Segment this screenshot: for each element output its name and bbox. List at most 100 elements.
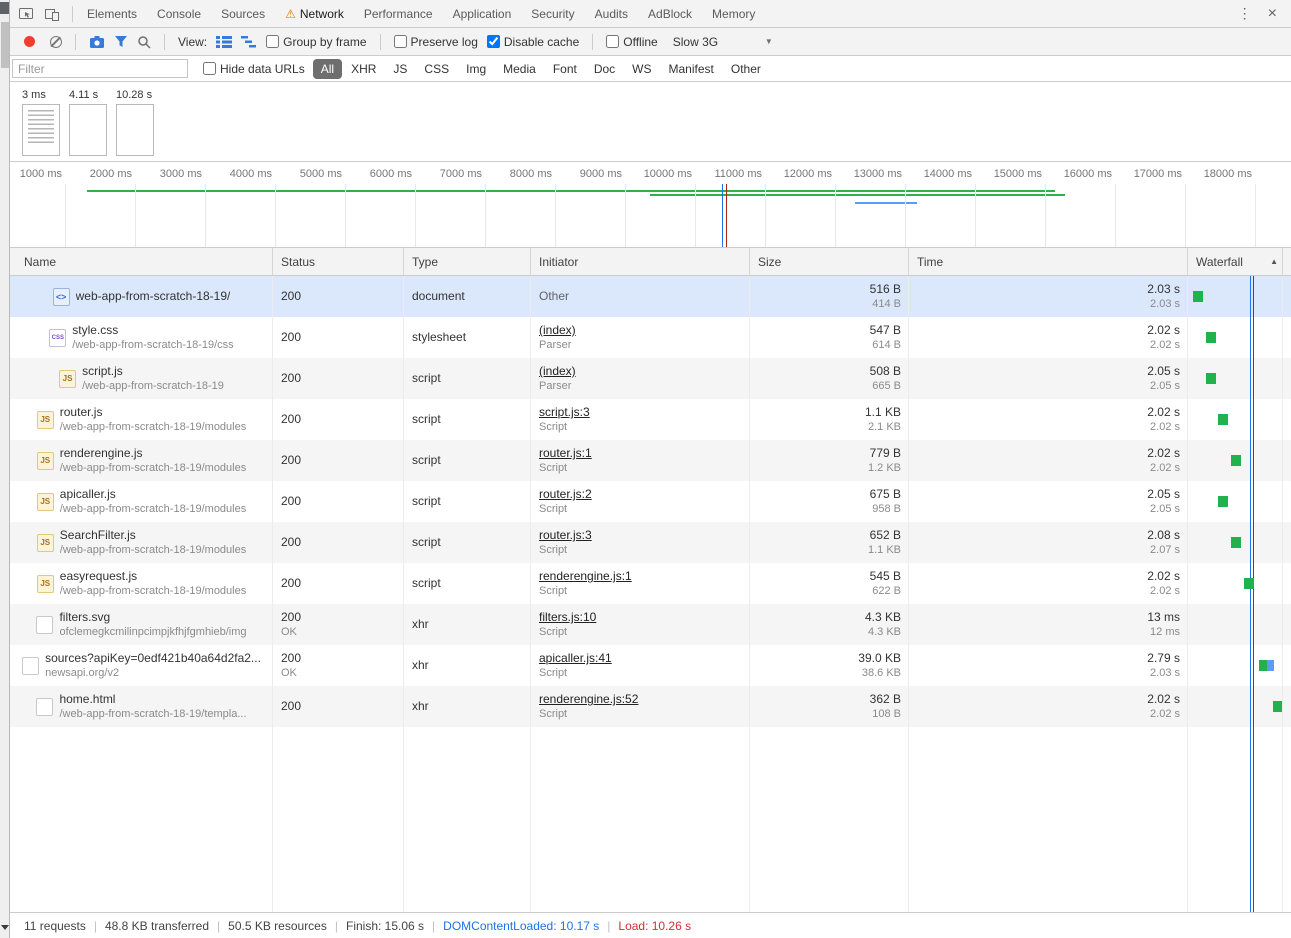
type-filter-media[interactable]: Media [495,59,544,79]
column-header-waterfall[interactable]: Waterfall ▲ [1188,248,1283,275]
panel-tab-performance[interactable]: Performance [354,0,443,27]
column-header-status[interactable]: Status [273,248,404,275]
timeline-tick-label: 15000 ms [993,168,1042,180]
initiator-link[interactable]: router.js:2 [539,487,742,502]
panel-tab-application[interactable]: Application [443,0,522,27]
more-options-icon[interactable]: ⋮ [1238,5,1252,22]
table-row[interactable]: home.html /web-app-from-scratch-18-19/te… [10,686,1291,727]
column-header-type[interactable]: Type [404,248,531,275]
filmstrip-thumbnail[interactable] [116,104,154,156]
column-header-initiator[interactable]: Initiator [531,248,750,275]
type-filter-manifest[interactable]: Manifest [661,59,722,79]
disable-cache-checkbox[interactable]: Disable cache [486,35,579,49]
filmstrip-frame[interactable]: 3 ms [22,89,60,161]
offline-checkbox-input[interactable] [606,35,620,48]
column-header-size[interactable]: Size [750,248,909,275]
scrollbar-down-arrow-icon[interactable] [1,925,9,930]
clear-button[interactable] [50,35,62,48]
type-filter-js[interactable]: JS [385,59,415,79]
panel-tab-elements[interactable]: Elements [77,0,147,27]
type-filter-css[interactable]: CSS [416,59,457,79]
waterfall-bar[interactable] [1218,414,1228,425]
table-row[interactable]: sources?apiKey=0edf421b40a64d2fa2... new… [10,645,1291,686]
devtools-panel: Elements Console Sources ⚠ Network Perfo… [10,0,1291,938]
capture-screenshots-icon[interactable] [89,35,105,49]
table-row[interactable]: script.js /web-app-from-scratch-18-19 20… [10,358,1291,399]
preserve-log-checkbox[interactable]: Preserve log [393,35,478,49]
panel-tab-memory[interactable]: Memory [702,0,765,27]
type-filter-all[interactable]: All [312,58,343,79]
scrollbar-thumb[interactable] [1,22,9,68]
table-row[interactable]: renderengine.js /web-app-from-scratch-18… [10,440,1291,481]
initiator-link[interactable]: script.js:3 [539,405,742,420]
close-devtools-icon[interactable]: × [1268,5,1277,23]
type-filter-doc[interactable]: Doc [586,59,623,79]
hide-data-urls-checkbox-input[interactable] [203,62,216,75]
offline-checkbox[interactable]: Offline [606,35,658,49]
filmstrip-thumbnail[interactable] [22,104,60,156]
group-by-frame-checkbox-input[interactable] [266,35,280,48]
initiator-link[interactable]: (index) [539,364,742,379]
view-request-rows-icon[interactable] [216,35,233,48]
panel-tab-network[interactable]: ⚠ Network [275,0,354,27]
table-row[interactable]: style.css /web-app-from-scratch-18-19/cs… [10,317,1291,358]
type-filter-other[interactable]: Other [723,59,769,79]
inspect-element-icon[interactable] [18,6,34,22]
initiator-link[interactable]: renderengine.js:52 [539,692,742,707]
initiator-link[interactable]: apicaller.js:41 [539,651,742,666]
view-overview-icon[interactable] [241,35,257,48]
hide-data-urls-checkbox[interactable]: Hide data URLs [203,62,305,76]
table-row[interactable]: SearchFilter.js /web-app-from-scratch-18… [10,522,1291,563]
waterfall-bar[interactable] [1244,578,1254,589]
initiator-link[interactable]: Other [539,289,742,304]
type-filter-font[interactable]: Font [545,59,585,79]
device-toolbar-icon[interactable] [44,6,60,22]
panel-tab-adblock[interactable]: AdBlock [638,0,702,27]
type-filter-xhr[interactable]: XHR [343,59,384,79]
throttling-select[interactable]: Slow 3G ▼ [673,35,773,49]
panel-tab-security[interactable]: Security [521,0,584,27]
table-row[interactable]: easyrequest.js /web-app-from-scratch-18-… [10,563,1291,604]
page-scrollbar[interactable] [0,0,10,938]
table-row[interactable]: apicaller.js /web-app-from-scratch-18-19… [10,481,1291,522]
waterfall-bar[interactable] [1206,332,1216,343]
filmstrip-frame[interactable]: 10.28 s [116,89,154,161]
timeline-tick-label: 11000 ms [714,168,763,180]
filmstrip-thumbnail[interactable] [69,104,107,156]
waterfall-bar[interactable] [1231,537,1241,548]
dcl-event-line [1250,276,1251,912]
waterfall-bar[interactable] [1231,455,1241,466]
type-filter-ws[interactable]: WS [624,59,659,79]
column-header-name[interactable]: Name [10,248,273,275]
initiator-link[interactable]: router.js:1 [539,446,742,461]
panel-tab-console[interactable]: Console [147,0,211,27]
waterfall-bar[interactable] [1273,701,1282,712]
filter-icon[interactable] [114,35,128,48]
filter-input[interactable] [12,59,188,78]
cell-status: 200 [273,481,404,522]
record-button[interactable] [24,36,35,47]
search-icon[interactable] [137,35,151,49]
waterfall-bar[interactable] [1206,373,1216,384]
initiator-link[interactable]: router.js:3 [539,528,742,543]
table-row[interactable]: filters.svg ofclemegkcmilinpcimpjkfhjfgm… [10,604,1291,645]
table-row[interactable]: web-app-from-scratch-18-19/ 200 document… [10,276,1291,317]
waterfall-bar[interactable] [1218,496,1228,507]
cell-status: 200 [273,440,404,481]
panel-tab-sources[interactable]: Sources [211,0,275,27]
panel-tab-audits[interactable]: Audits [585,0,638,27]
timeline-gridline [695,184,696,247]
initiator-link[interactable]: renderengine.js:1 [539,569,742,584]
initiator-link[interactable]: filters.js:10 [539,610,742,625]
waterfall-bar[interactable] [1259,660,1267,671]
group-by-frame-checkbox[interactable]: Group by frame [266,35,367,49]
initiator-link[interactable]: (index) [539,323,742,338]
table-row[interactable]: router.js /web-app-from-scratch-18-19/mo… [10,399,1291,440]
waterfall-bar[interactable] [1193,291,1203,302]
disable-cache-checkbox-input[interactable] [486,35,500,48]
waterfall-bar[interactable] [1267,660,1274,671]
preserve-log-checkbox-input[interactable] [393,35,407,48]
type-filter-img[interactable]: Img [458,59,494,79]
column-header-time[interactable]: Time [909,248,1188,275]
filmstrip-frame[interactable]: 4.11 s [69,89,107,161]
